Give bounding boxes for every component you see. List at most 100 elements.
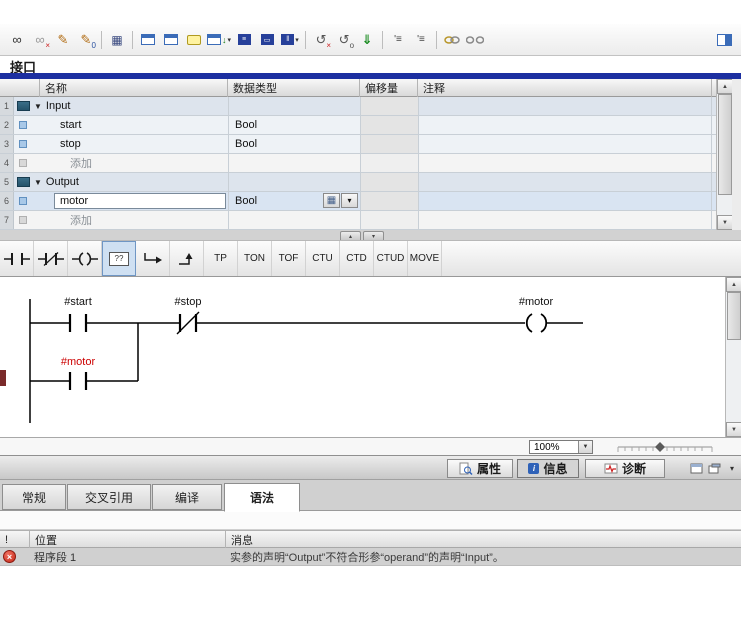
table-scrollbar[interactable]: ▲ ▼ — [716, 79, 733, 230]
scroll-down-button[interactable]: ▼ — [726, 422, 741, 437]
scrollbar-thumb[interactable] — [727, 292, 741, 340]
compare-view-right-icon[interactable]: '≡ — [410, 29, 432, 51]
dock-pane-icon[interactable] — [706, 461, 722, 476]
unlink-icon[interactable] — [464, 29, 486, 51]
var-name-cell[interactable]: stop — [32, 135, 228, 153]
modify-operand-icon[interactable]: ✎ — [52, 29, 74, 51]
favorites-view-icon[interactable]: ≡ — [233, 29, 255, 51]
tab-compile[interactable]: 编译 — [152, 484, 222, 510]
scroll-down-button[interactable]: ▼ — [717, 215, 733, 230]
modify-operand-now-icon[interactable]: ✎ 0 — [75, 29, 97, 51]
collapse-up-handle[interactable]: ▴ — [340, 231, 361, 240]
header-message[interactable]: 消息 — [226, 531, 741, 548]
var-comment-cell[interactable] — [418, 211, 712, 229]
task-card-pane-icon[interactable] — [713, 29, 735, 51]
snapshot-icon[interactable]: ▦ — [106, 29, 128, 51]
tab-diagnostics[interactable]: 诊断 — [585, 459, 665, 478]
ctu-counter-button[interactable]: CTU — [306, 241, 340, 276]
discard-snapshot-icon[interactable]: ↺ × — [310, 29, 332, 51]
comment-display-icon[interactable] — [183, 29, 205, 51]
var-comment-cell[interactable] — [418, 135, 712, 153]
header-offset[interactable]: 偏移量 — [360, 79, 418, 97]
table-row-add-input[interactable]: 4 添加 — [0, 154, 716, 173]
var-name-cell[interactable]: ▼ Input — [32, 97, 228, 115]
operand-representation-icon[interactable] — [160, 29, 182, 51]
var-type-cell[interactable]: Bool ▦ ▾ — [228, 192, 360, 210]
contact-operand-stop[interactable]: #stop — [160, 296, 216, 308]
table-row-motor[interactable]: 6 motor Bool ▦ ▾ — [0, 192, 716, 211]
var-name-cell[interactable]: start — [32, 116, 228, 134]
tof-timer-button[interactable]: TOF — [272, 241, 306, 276]
var-comment-cell[interactable] — [418, 97, 712, 115]
table-row-stop[interactable]: 3 stop Bool — [0, 135, 716, 154]
var-type-cell[interactable] — [228, 211, 360, 229]
var-type-cell[interactable]: Bool — [228, 135, 360, 153]
header-location[interactable]: 位置 — [30, 531, 226, 548]
tp-timer-button[interactable]: TP — [204, 241, 238, 276]
table-row-add-output[interactable]: 7 添加 — [0, 211, 716, 230]
table-row-input-group[interactable]: 1 ▼ Input — [0, 97, 716, 116]
coil-operand-motor[interactable]: #motor — [508, 296, 564, 308]
expand-triangle-icon[interactable]: ▼ — [34, 102, 42, 111]
no-contact-button[interactable] — [0, 241, 34, 276]
var-type-cell[interactable] — [228, 173, 360, 191]
close-branch-button[interactable] — [170, 241, 204, 276]
var-type-cell[interactable] — [228, 97, 360, 115]
var-comment-cell[interactable] — [418, 154, 712, 172]
message-location[interactable]: 程序段 1 — [34, 548, 76, 566]
move-button[interactable]: MOVE — [408, 241, 442, 276]
ctud-counter-button[interactable]: CTUD — [374, 241, 408, 276]
split-editor-icon[interactable]: ‖ ▾ — [279, 29, 301, 51]
nc-contact-button[interactable] — [34, 241, 68, 276]
var-name-cell[interactable]: ▼ Output — [32, 173, 228, 191]
collapse-pane-icon[interactable]: ▾ — [724, 461, 740, 476]
monitor-off-icon[interactable]: ∞ × — [29, 29, 51, 51]
coil-button[interactable] — [68, 241, 102, 276]
compare-view-left-icon[interactable]: '≡ — [387, 29, 409, 51]
table-row-output-group[interactable]: 5 ▼ Output — [0, 173, 716, 192]
absolute-operands-icon[interactable] — [137, 29, 159, 51]
tab-cross-references[interactable]: 交叉引用 — [67, 484, 151, 510]
float-pane-icon[interactable] — [688, 461, 704, 476]
zoom-slider[interactable] — [616, 439, 714, 455]
ton-timer-button[interactable]: TON — [238, 241, 272, 276]
ladder-scrollbar[interactable]: ▲ ▼ — [725, 277, 741, 437]
contact-operand-start[interactable]: #start — [50, 296, 106, 308]
empty-box-button[interactable]: ?? — [102, 241, 136, 276]
var-type-cell[interactable] — [228, 154, 360, 172]
restore-snapshot-icon[interactable]: ↺ o — [333, 29, 355, 51]
header-name[interactable]: 名称 — [40, 79, 228, 97]
datatype-picker-button[interactable]: ▦ — [323, 193, 340, 208]
header-flag[interactable]: ! — [0, 531, 30, 548]
scrollbar-thumb[interactable] — [718, 94, 732, 195]
var-comment-cell[interactable] — [418, 173, 712, 191]
zoom-slider-handle[interactable] — [655, 442, 665, 452]
collapse-down-handle[interactable]: ▾ — [363, 231, 384, 240]
add-row-label[interactable]: 添加 — [32, 154, 228, 172]
scroll-up-button[interactable]: ▲ — [717, 79, 733, 94]
message-row[interactable]: × 程序段 1 实参的声明“Output”不符合形参“operand”的声明“I… — [0, 548, 741, 566]
link-icon[interactable] — [441, 29, 463, 51]
var-comment-cell[interactable] — [418, 116, 712, 134]
tab-syntax[interactable]: 语法 — [224, 483, 300, 512]
network-open-close-icon[interactable]: ↓ ▾ — [206, 29, 232, 51]
ctd-counter-button[interactable]: CTD — [340, 241, 374, 276]
table-row-start[interactable]: 2 start Bool — [0, 116, 716, 135]
header-comment[interactable]: 注释 — [418, 79, 712, 97]
header-datatype[interactable]: 数据类型 — [228, 79, 360, 97]
var-name-editor[interactable]: motor — [54, 193, 226, 209]
ladder-network-area[interactable]: #start #stop #motor #motor — [0, 277, 725, 437]
var-type-cell[interactable]: Bool — [228, 116, 360, 134]
zoom-select[interactable]: 100% ▼ — [529, 440, 593, 454]
open-branch-button[interactable] — [136, 241, 170, 276]
expand-triangle-icon[interactable]: ▼ — [34, 178, 42, 187]
zoom-dropdown-arrow-icon[interactable]: ▼ — [578, 441, 592, 453]
tab-properties[interactable]: 属性 — [447, 459, 513, 478]
scroll-up-button[interactable]: ▲ — [726, 277, 741, 292]
datatype-dropdown-button[interactable]: ▾ — [341, 193, 358, 208]
add-row-label[interactable]: 添加 — [32, 211, 228, 229]
compare-editor-icon[interactable]: ▭ — [256, 29, 278, 51]
var-comment-cell[interactable] — [418, 192, 712, 210]
tab-info[interactable]: i 信息 — [517, 459, 579, 478]
branch-contact-operand-motor[interactable]: #motor — [50, 356, 106, 368]
